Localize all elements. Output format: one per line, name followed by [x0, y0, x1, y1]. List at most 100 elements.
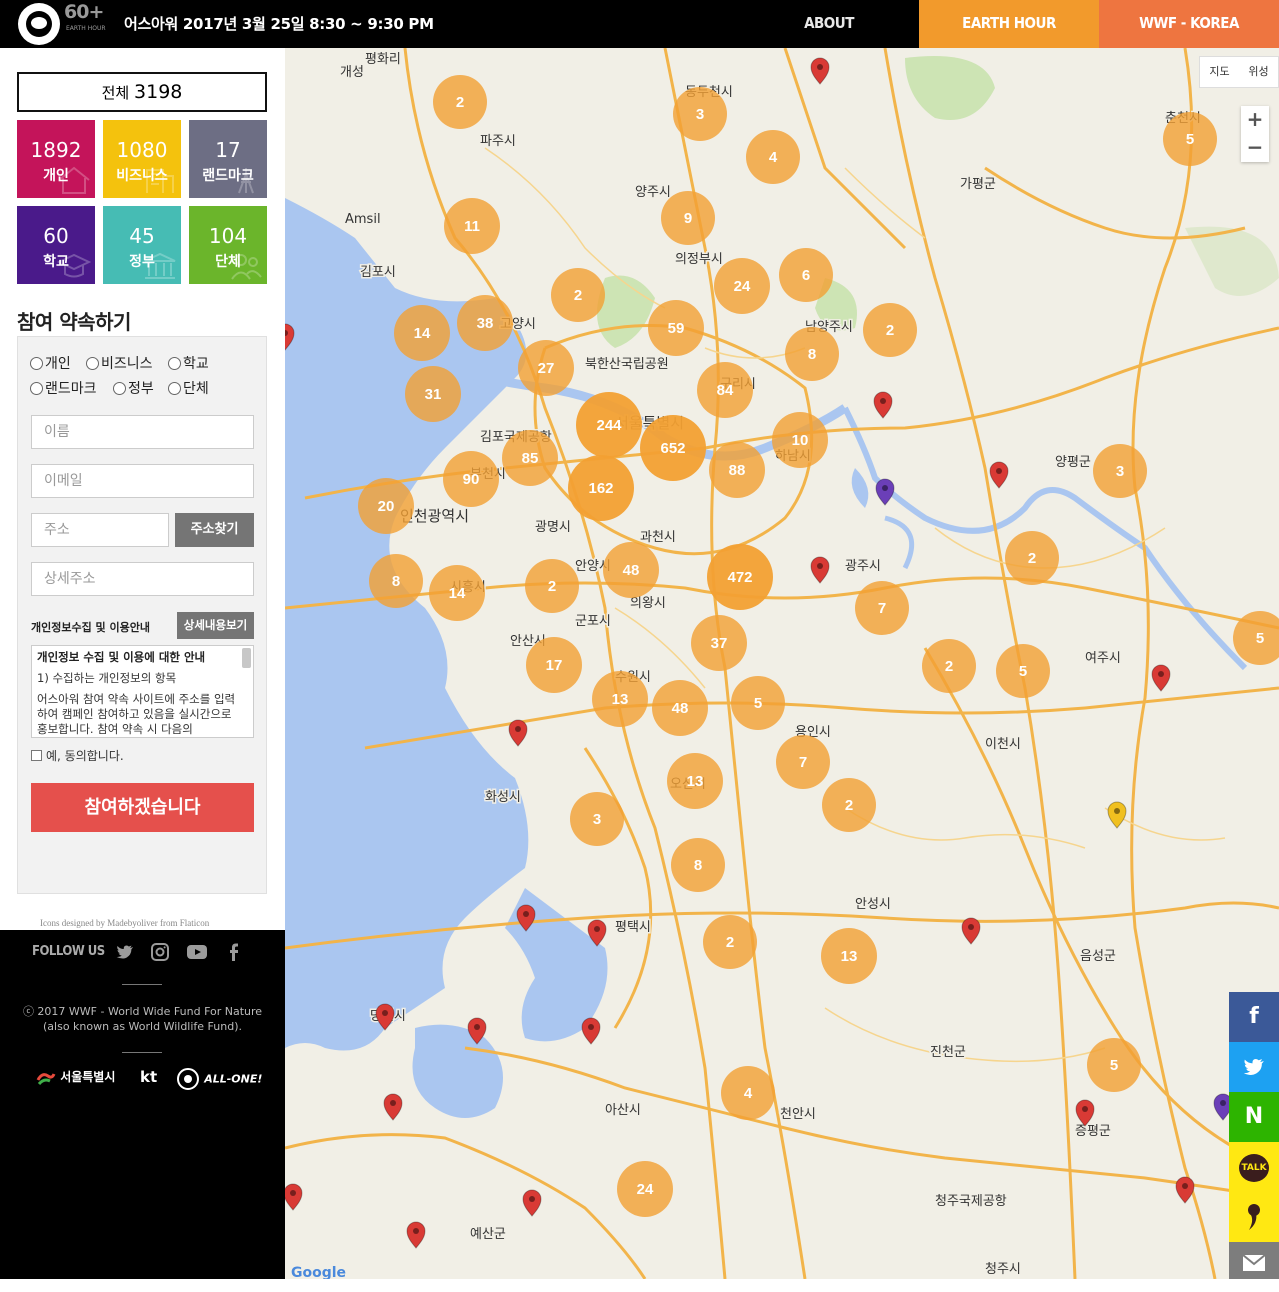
privacy-textbox[interactable]: 개인정보 수집 및 이용에 대한 안내 1) 수집하는 개인정보의 항목 어스아…	[31, 645, 254, 738]
participation-cluster[interactable]: 6	[779, 248, 833, 302]
participation-cluster[interactable]: 5	[731, 676, 785, 730]
location-pin-icon[interactable]	[1107, 801, 1127, 829]
youtube-icon[interactable]	[186, 942, 207, 962]
address-input[interactable]: 주소	[31, 513, 169, 547]
category-tile-school[interactable]: 60 학교	[17, 206, 95, 284]
participation-cluster[interactable]: 48	[652, 680, 708, 736]
participation-cluster[interactable]: 84	[697, 362, 753, 418]
participation-cluster[interactable]: 2	[863, 303, 917, 357]
agree-checkbox[interactable]	[31, 750, 42, 761]
total-count-box[interactable]: 전체 3198	[17, 72, 267, 112]
radio-button[interactable]	[113, 381, 126, 395]
participation-cluster[interactable]: 59	[648, 300, 704, 356]
map-type-satellite[interactable]: 위성	[1239, 57, 1278, 87]
map-type-toggle[interactable]: 지도 위성	[1199, 56, 1279, 88]
participation-cluster[interactable]: 90	[443, 451, 499, 507]
type-radio-landmark[interactable]: 랜드마크	[30, 378, 97, 398]
type-radio-group[interactable]: 단체	[168, 378, 209, 398]
location-pin-icon[interactable]	[1151, 664, 1171, 692]
participation-cluster[interactable]: 162	[568, 455, 634, 521]
radio-button[interactable]	[86, 356, 99, 370]
participation-cluster[interactable]: 5	[1163, 112, 1217, 166]
share-kakaotalk-button[interactable]: TALK	[1229, 1142, 1279, 1192]
location-pin-icon[interactable]	[810, 57, 830, 85]
share-email-button[interactable]	[1229, 1242, 1279, 1279]
participation-cluster[interactable]: 2	[551, 268, 605, 322]
share-naver-button[interactable]: N	[1229, 1092, 1279, 1142]
participation-cluster[interactable]: 14	[394, 305, 450, 361]
participation-cluster[interactable]: 9	[661, 191, 715, 245]
participation-cluster[interactable]: 17	[526, 637, 582, 693]
participation-cluster[interactable]: 7	[776, 735, 830, 789]
type-radio-business[interactable]: 비즈니스	[86, 353, 153, 373]
type-radio-government[interactable]: 정부	[113, 378, 154, 398]
participation-cluster[interactable]: 11	[444, 198, 500, 254]
location-pin-icon[interactable]	[1175, 1176, 1195, 1204]
participation-cluster[interactable]: 472	[707, 544, 773, 610]
participation-cluster[interactable]: 24	[617, 1161, 673, 1217]
participation-cluster[interactable]: 31	[405, 366, 461, 422]
map-type-roadmap[interactable]: 지도	[1200, 57, 1239, 87]
participation-cluster[interactable]: 4	[721, 1066, 775, 1120]
location-pin-icon[interactable]	[508, 719, 528, 747]
participation-cluster[interactable]: 5	[1087, 1038, 1141, 1092]
zoom-in-button[interactable]: +	[1241, 106, 1269, 134]
participation-cluster[interactable]: 2	[433, 75, 487, 129]
participation-cluster[interactable]: 27	[518, 340, 574, 396]
location-pin-icon[interactable]	[581, 1017, 601, 1045]
location-pin-icon[interactable]	[961, 917, 981, 945]
participation-cluster[interactable]: 37	[691, 615, 747, 671]
participation-cluster[interactable]: 244	[576, 392, 642, 458]
scrollbar-thumb[interactable]	[242, 648, 251, 668]
zoom-out-button[interactable]: −	[1241, 134, 1269, 162]
participation-cluster[interactable]: 13	[592, 671, 648, 727]
participation-cluster[interactable]: 2	[922, 639, 976, 693]
submit-button[interactable]: 참여하겠습니다	[31, 783, 254, 832]
allone-logo[interactable]: ALL-ONE!	[176, 1068, 262, 1090]
nav-wwf-korea[interactable]: WWF - KOREA	[1099, 0, 1279, 48]
participation-cluster[interactable]: 8	[785, 327, 839, 381]
participation-cluster[interactable]: 652	[640, 415, 706, 481]
participation-cluster[interactable]: 2	[525, 559, 579, 613]
participation-cluster[interactable]: 8	[671, 838, 725, 892]
participation-cluster[interactable]: 38	[457, 295, 513, 351]
share-facebook-button[interactable]: f	[1229, 992, 1279, 1042]
facebook-icon[interactable]	[224, 942, 244, 962]
participation-cluster[interactable]: 14	[429, 565, 485, 621]
radio-button[interactable]	[30, 381, 43, 395]
earth-hour-logo[interactable]: 60+ EARTH HOUR	[18, 1, 110, 45]
type-radio-individual[interactable]: 개인	[30, 353, 71, 373]
participation-cluster[interactable]: 3	[570, 792, 624, 846]
participation-cluster[interactable]: 2	[703, 915, 757, 969]
participation-cluster[interactable]: 88	[709, 442, 765, 498]
location-pin-icon[interactable]	[522, 1189, 542, 1217]
seoul-logo[interactable]: 서울특별시	[36, 1068, 115, 1086]
radio-button[interactable]	[30, 356, 43, 370]
category-tile-government[interactable]: 45 정부	[103, 206, 181, 284]
participation-cluster[interactable]: 3	[1093, 444, 1147, 498]
agree-checkbox-row[interactable]: 예, 동의합니다.	[31, 747, 124, 764]
nav-about[interactable]: ABOUT	[739, 0, 919, 48]
location-pin-icon[interactable]	[989, 461, 1009, 489]
map-canvas[interactable]: 개성파주시양주시동두천시의정부시가평군춘천시김포시고양시남양주시북한산국립공원서…	[285, 48, 1279, 1279]
nav-earth-hour[interactable]: EARTH HOUR	[919, 0, 1099, 48]
participation-cluster[interactable]: 2	[822, 778, 876, 832]
location-pin-icon[interactable]	[875, 478, 895, 506]
participation-cluster[interactable]: 24	[714, 258, 770, 314]
location-pin-icon[interactable]	[285, 1183, 303, 1211]
category-tile-landmark[interactable]: 17 랜드마크	[189, 120, 267, 198]
kt-logo[interactable]: kt	[140, 1068, 157, 1086]
email-input[interactable]: 이메일	[31, 464, 254, 498]
find-address-button[interactable]: 주소찾기	[175, 513, 254, 547]
category-tile-group[interactable]: 104 단체	[189, 206, 267, 284]
location-pin-icon[interactable]	[873, 391, 893, 419]
detail-address-input[interactable]: 상세주소	[31, 562, 254, 596]
name-input[interactable]: 이름	[31, 415, 254, 449]
category-tile-business[interactable]: 1080 비즈니스	[103, 120, 181, 198]
participation-map[interactable]: 개성파주시양주시동두천시의정부시가평군춘천시김포시고양시남양주시북한산국립공원서…	[285, 48, 1279, 1279]
location-pin-icon[interactable]	[383, 1093, 403, 1121]
radio-button[interactable]	[168, 381, 181, 395]
twitter-icon[interactable]	[115, 942, 135, 962]
participation-cluster[interactable]: 8	[369, 554, 423, 608]
participation-cluster[interactable]: 10	[772, 412, 828, 468]
